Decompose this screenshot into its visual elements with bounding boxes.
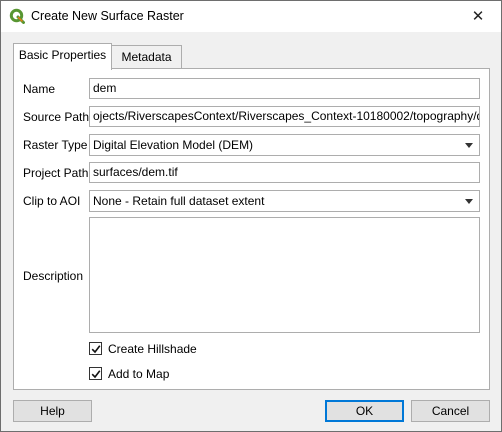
clip-to-aoi-label: Clip to AOI (23, 194, 81, 208)
chevron-down-icon (465, 199, 473, 204)
name-field[interactable]: dem (89, 78, 480, 99)
raster-type-value: Digital Elevation Model (DEM) (93, 138, 254, 152)
window-title: Create New Surface Raster (31, 9, 184, 23)
clip-to-aoi-value: None - Retain full dataset extent (93, 194, 265, 208)
add-to-map-label: Add to Map (108, 367, 170, 381)
qgis-logo-icon (9, 8, 25, 24)
description-textarea[interactable] (89, 217, 480, 333)
tab-basic-properties[interactable]: Basic Properties (13, 43, 112, 70)
chevron-down-icon (465, 143, 473, 148)
dialog-window: Create New Surface Raster ✕ Basic Proper… (0, 0, 502, 432)
raster-type-label: Raster Type (23, 138, 88, 152)
create-hillshade-checkbox[interactable] (89, 342, 102, 355)
source-path-label: Source Path (23, 110, 90, 124)
title-bar: Create New Surface Raster ✕ (1, 1, 501, 32)
clip-to-aoi-select[interactable]: None - Retain full dataset extent (89, 190, 480, 212)
source-path-field[interactable]: ojects/RiverscapesContext/Riverscapes_Co… (89, 106, 480, 127)
cancel-button[interactable]: Cancel (411, 400, 490, 422)
help-button[interactable]: Help (13, 400, 92, 422)
name-label: Name (23, 82, 56, 96)
checkmark-icon (91, 345, 101, 354)
project-path-label: Project Path (23, 166, 89, 180)
add-to-map-checkbox[interactable] (89, 367, 102, 380)
description-label: Description (23, 269, 84, 283)
tab-metadata[interactable]: Metadata (112, 45, 182, 68)
raster-type-select[interactable]: Digital Elevation Model (DEM) (89, 134, 480, 156)
checkmark-icon (91, 370, 101, 379)
ok-button[interactable]: OK (325, 400, 404, 422)
project-path-field[interactable]: surfaces/dem.tif (89, 162, 480, 183)
create-hillshade-label: Create Hillshade (108, 342, 197, 356)
close-icon[interactable]: ✕ (455, 1, 501, 32)
